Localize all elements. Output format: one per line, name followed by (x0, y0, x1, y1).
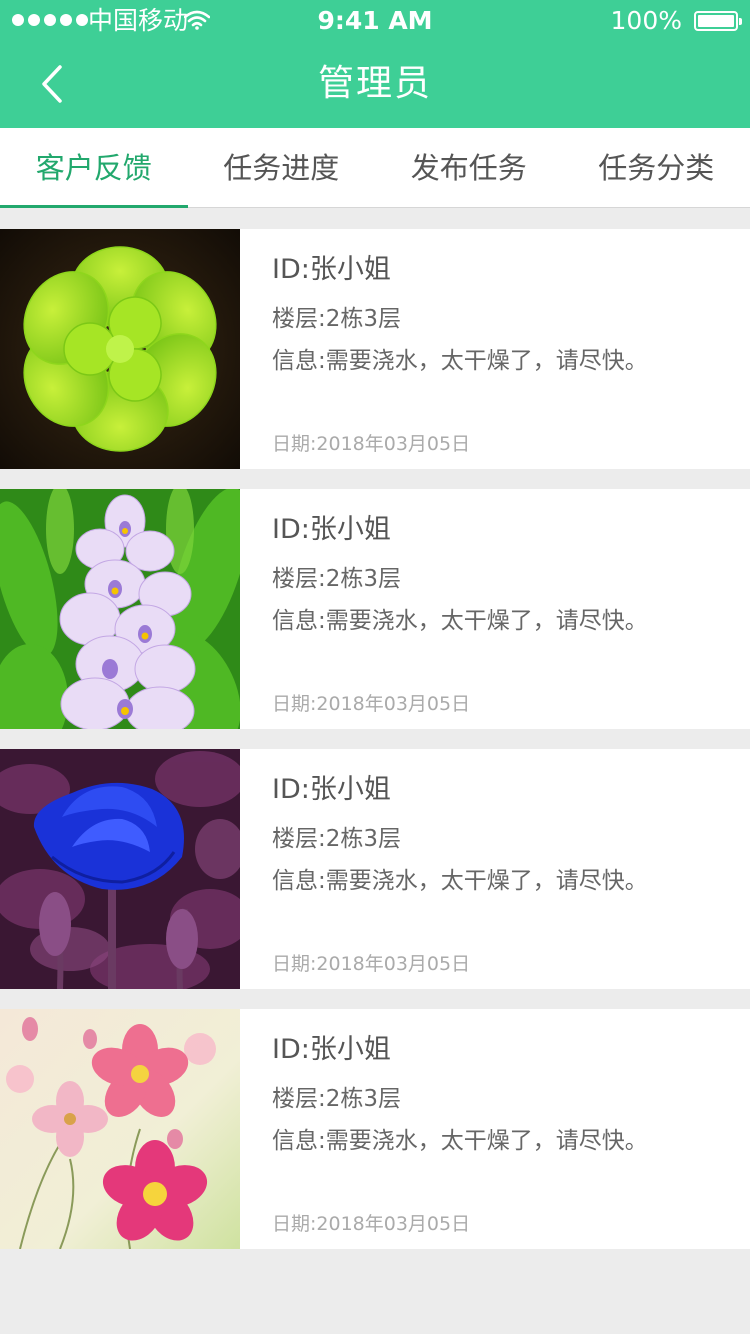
customer-id: ID:张小姐 (272, 514, 391, 545)
feedback-list: ID:张小姐 楼层:2栋3层 信息:需要浇水，太干燥了，请尽快。 日期:2018… (0, 229, 750, 1269)
plant-image (0, 749, 240, 989)
tab-publish-task[interactable]: 发布任务 (375, 128, 563, 207)
feedback-info: ID:张小姐 楼层:2栋3层 信息:需要浇水，太干燥了，请尽快。 日期:2018… (272, 749, 730, 989)
floor-location: 楼层:2栋3层 (272, 566, 402, 592)
customer-id: ID:张小姐 (272, 1034, 391, 1065)
nav-bar: 管理员 (0, 40, 750, 128)
feedback-info: ID:张小姐 楼层:2栋3层 信息:需要浇水，太干燥了，请尽快。 日期:2018… (272, 489, 730, 729)
feedback-date: 日期:2018年03月05日 (272, 1213, 471, 1235)
floor-location: 楼层:2栋3层 (272, 826, 402, 852)
feedback-card[interactable]: ID:张小姐 楼层:2栋3层 信息:需要浇水，太干燥了，请尽快。 日期:2018… (0, 749, 750, 989)
plant-image (0, 1009, 240, 1249)
feedback-card[interactable]: ID:张小姐 楼层:2栋3层 信息:需要浇水，太干燥了，请尽快。 日期:2018… (0, 1009, 750, 1249)
battery-percent: 100% (610, 6, 682, 35)
tab-task-progress[interactable]: 任务进度 (188, 128, 376, 207)
tab-task-category[interactable]: 任务分类 (563, 128, 750, 207)
tab-bar: 客户反馈 任务进度 发布任务 任务分类 (0, 128, 750, 208)
floor-location: 楼层:2栋3层 (272, 1086, 402, 1112)
plant-image (0, 489, 240, 729)
customer-id: ID:张小姐 (272, 774, 391, 805)
tab-customer-feedback[interactable]: 客户反馈 (0, 128, 188, 208)
feedback-message: 信息:需要浇水，太干燥了，请尽快。 (272, 348, 648, 374)
feedback-info: ID:张小姐 楼层:2栋3层 信息:需要浇水，太干燥了，请尽快。 日期:2018… (272, 229, 730, 469)
feedback-date: 日期:2018年03月05日 (272, 693, 471, 715)
feedback-card[interactable]: ID:张小姐 楼层:2栋3层 信息:需要浇水，太干燥了，请尽快。 日期:2018… (0, 489, 750, 729)
feedback-date: 日期:2018年03月05日 (272, 433, 471, 455)
header: 中国移动 9:41 AM 100% 管理员 (0, 0, 750, 128)
status-bar: 中国移动 9:41 AM 100% (0, 0, 750, 40)
feedback-card[interactable]: ID:张小姐 楼层:2栋3层 信息:需要浇水，太干燥了，请尽快。 日期:2018… (0, 229, 750, 469)
plant-image (0, 229, 240, 469)
customer-id: ID:张小姐 (272, 254, 391, 285)
floor-location: 楼层:2栋3层 (272, 306, 402, 332)
feedback-date: 日期:2018年03月05日 (272, 953, 471, 975)
feedback-info: ID:张小姐 楼层:2栋3层 信息:需要浇水，太干燥了，请尽快。 日期:2018… (272, 1009, 730, 1249)
feedback-message: 信息:需要浇水，太干燥了，请尽快。 (272, 1128, 648, 1154)
battery-icon (694, 11, 742, 31)
feedback-message: 信息:需要浇水，太干燥了，请尽快。 (272, 608, 648, 634)
feedback-message: 信息:需要浇水，太干燥了，请尽快。 (272, 868, 648, 894)
page-title: 管理员 (317, 63, 432, 104)
